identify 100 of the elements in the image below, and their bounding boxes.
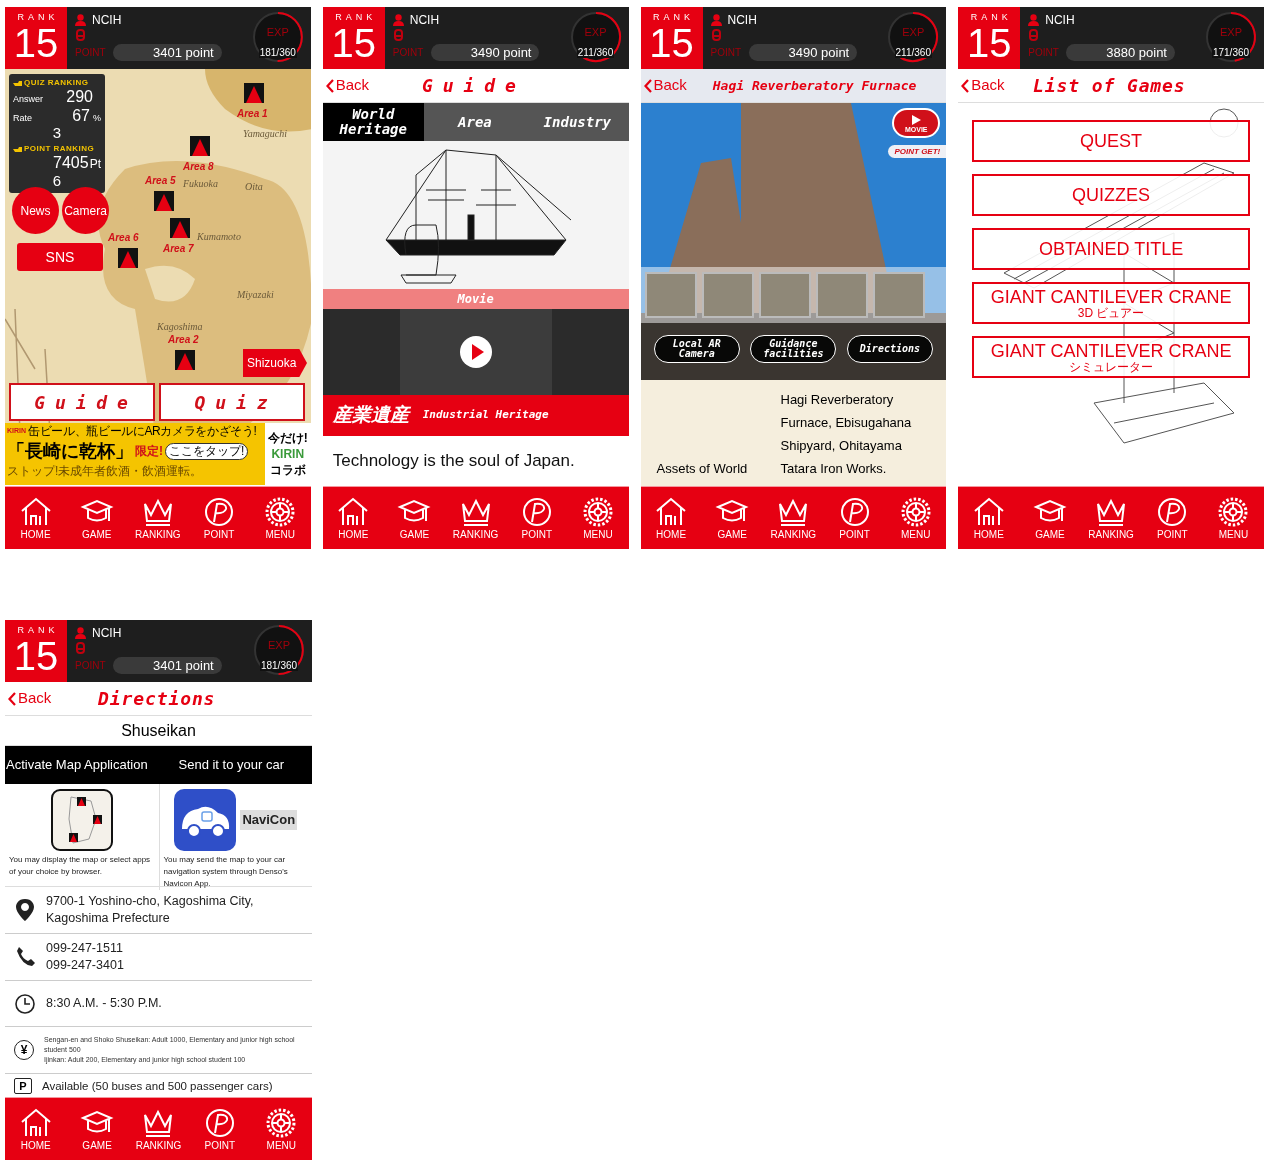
guide-tab[interactable]: World Heritage (322, 103, 424, 141)
area-label: Area 8 (183, 162, 214, 172)
area-marker[interactable] (244, 83, 264, 103)
back-button[interactable]: Back (325, 74, 370, 97)
badge-icon (1029, 29, 1039, 41)
stat-value: 7405 (53, 154, 89, 171)
limited-offer-label: 限定! (135, 443, 163, 460)
rank-number: 15 (331, 22, 376, 64)
rank-number: 15 (649, 22, 694, 64)
parking-icon: P (14, 1078, 32, 1094)
area-marker[interactable] (170, 218, 190, 238)
nav-button[interactable]: HOME (5, 487, 67, 549)
ad-promo-text: KIRIN (271, 446, 305, 462)
nav-button[interactable]: GAME (701, 487, 763, 549)
exp-label: EXP (583, 27, 608, 38)
pointing-hand-icon (13, 79, 22, 87)
points-pill: 3490 point (430, 44, 540, 61)
stat-label: Answer (13, 93, 43, 106)
nav-button[interactable]: MENU (885, 487, 947, 549)
option-heading[interactable]: Activate Map Application (5, 755, 159, 775)
thumbnail-photo[interactable] (872, 272, 925, 318)
main-menu-button[interactable]: Guide (9, 383, 155, 421)
list-option-button[interactable]: OBTAINED TITLE (972, 228, 1250, 270)
area-marker[interactable] (118, 248, 138, 268)
nav-button[interactable]: RANKING (445, 487, 507, 549)
stat-label: Rate (13, 111, 32, 125)
nav-button[interactable]: GAME (66, 487, 128, 549)
area-label: Area 2 (168, 335, 199, 345)
place-label: Kagoshima (157, 320, 203, 334)
nav-button[interactable]: POINT (189, 1098, 251, 1160)
main-menu-button[interactable]: Quiz (159, 383, 305, 421)
stat-unit: % (93, 111, 101, 125)
nav-button[interactable]: MENU (1202, 487, 1264, 549)
action-button[interactable]: Local AR Camera (653, 335, 740, 363)
play-icon[interactable] (458, 335, 493, 369)
rank-number: 15 (13, 635, 59, 677)
screen-title: Hagi Reverberatory Furnace (712, 76, 917, 95)
info-text: Kagoshima Prefecture (46, 910, 171, 927)
nav-button[interactable]: RANKING (127, 1098, 190, 1160)
nav-button[interactable]: HOME (958, 487, 1020, 549)
rank-label: RANK (651, 13, 695, 22)
stat-value: 67 (72, 106, 90, 124)
thumbnail-photo[interactable] (815, 272, 868, 318)
nav-button[interactable]: MENU (249, 487, 311, 549)
stat-value: 290 (66, 88, 93, 105)
points-pill: 3880 point (1066, 44, 1175, 61)
exp-label: EXP (1219, 27, 1243, 38)
list-option-button[interactable]: QUIZZES (972, 174, 1250, 216)
nav-button[interactable]: RANKING (127, 487, 189, 549)
thumbnail-photo[interactable] (644, 272, 697, 318)
app-name: NaviCon (240, 810, 298, 830)
sns-button[interactable]: SNS (17, 243, 103, 271)
nav-button[interactable]: HOME (322, 487, 384, 549)
region-arrow-button[interactable]: Shizuoka (243, 349, 307, 377)
area-marker[interactable] (190, 136, 210, 156)
place-label: Yamaguchi (243, 127, 288, 141)
nav-button[interactable]: GAME (66, 1098, 128, 1160)
info-text: 9700-1 Yoshino-cho, Kagoshima City, (46, 893, 254, 910)
nav-button[interactable]: POINT (506, 487, 568, 549)
thumbnail-photo[interactable] (758, 272, 811, 318)
rank-number: 15 (967, 22, 1012, 64)
area-marker[interactable] (175, 350, 195, 370)
back-button[interactable]: Back (8, 687, 52, 710)
nav-button[interactable]: POINT (1141, 487, 1203, 549)
thumbnail-photo[interactable] (701, 272, 754, 318)
area-marker[interactable] (154, 191, 174, 211)
user-name: NCIH (409, 12, 440, 29)
list-option-button[interactable]: QUEST (972, 120, 1250, 162)
nav-button[interactable]: HOME (5, 1098, 67, 1160)
point-label: POINT (710, 46, 743, 60)
back-button[interactable]: Back (643, 74, 687, 97)
point-label: POINT (1028, 46, 1060, 60)
nav-button[interactable]: GAME (1019, 487, 1081, 549)
option-description: You may display the map or select apps of your choice by browser. (9, 854, 152, 878)
badge-icon (711, 29, 721, 41)
nav-button[interactable]: MENU (567, 487, 629, 549)
user-name: NCIH (727, 12, 757, 29)
action-button[interactable]: Guidance facilities (750, 335, 837, 363)
nav-button[interactable]: POINT (823, 487, 886, 549)
nav-button[interactable]: RANKING (762, 487, 824, 549)
back-button[interactable]: Back (961, 74, 1005, 97)
exp-reading: 171/360 (1211, 47, 1251, 58)
list-option-button[interactable]: GIANT CANTILEVER CRANE シミュレーター (972, 336, 1250, 378)
nav-button[interactable]: RANKING (1080, 487, 1142, 549)
map-app-icon[interactable] (50, 789, 113, 851)
option-heading[interactable]: Send it to your car (158, 755, 312, 775)
list-option-button[interactable]: GIANT CANTILEVER CRANE 3D ビュアー (972, 282, 1250, 324)
rank-label: RANK (16, 626, 59, 635)
nav-button[interactable]: POINT (188, 487, 250, 549)
car-app-icon[interactable] (174, 789, 237, 851)
rank-label: RANK (969, 13, 1012, 22)
point-label: POINT (75, 659, 107, 673)
point-tag: POINT GET! (888, 145, 947, 158)
area-label: Area 6 (108, 233, 139, 243)
action-button[interactable]: Directions (846, 335, 933, 363)
nav-button[interactable]: MENU (250, 1098, 312, 1160)
nav-button[interactable]: GAME (383, 487, 446, 549)
nav-button[interactable]: HOME (640, 487, 702, 549)
ad-promo-text: コラボ (269, 462, 306, 478)
stat-unit: Pt (89, 156, 101, 173)
